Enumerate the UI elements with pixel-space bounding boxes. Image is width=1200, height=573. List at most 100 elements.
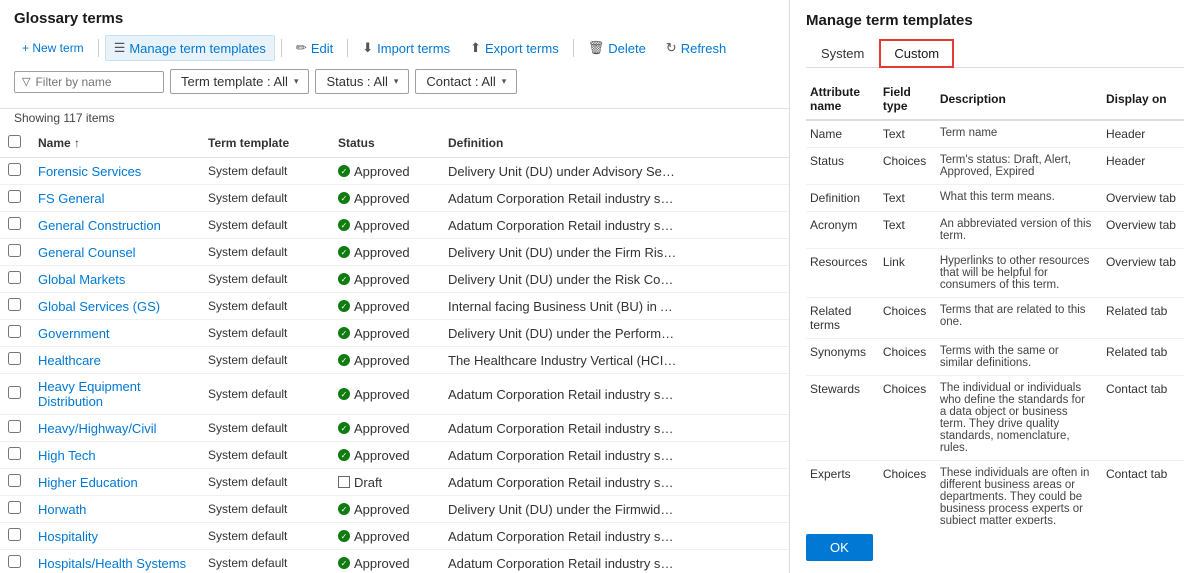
refresh-button[interactable]: ↻ Refresh [658, 36, 734, 60]
select-all-checkbox[interactable] [8, 135, 21, 148]
table-row: Global Services (GS) System default Appr… [0, 293, 789, 320]
row-checkbox[interactable] [8, 386, 21, 399]
approved-dot [338, 192, 350, 204]
description-cell: Term name [936, 120, 1102, 148]
row-checkbox-cell[interactable] [0, 496, 30, 523]
term-definition-cell: Adatum Corporation Retail industry sub s… [440, 374, 789, 415]
toolbar-separator-4 [573, 39, 574, 57]
row-checkbox[interactable] [8, 298, 21, 311]
col-header-status[interactable]: Status [330, 129, 440, 158]
ok-button[interactable]: OK [806, 534, 873, 561]
status-badge: Approved [338, 387, 432, 402]
row-checkbox[interactable] [8, 325, 21, 338]
term-template-cell: System default [200, 266, 330, 293]
term-link[interactable]: Heavy/Highway/Civil [38, 421, 156, 436]
row-checkbox-cell[interactable] [0, 158, 30, 185]
term-link[interactable]: Hospitality [38, 529, 98, 544]
row-checkbox-cell[interactable] [0, 212, 30, 239]
term-link[interactable]: Government [38, 326, 110, 341]
row-checkbox[interactable] [8, 555, 21, 568]
description-cell: An abbreviated version of this term. [936, 212, 1102, 249]
term-link[interactable]: High Tech [38, 448, 96, 463]
definition-text: Adatum Corporation Retail industry sub s… [448, 556, 678, 571]
row-checkbox[interactable] [8, 447, 21, 460]
attr-name-cell: Acronym [806, 212, 879, 249]
term-definition-cell: Adatum Corporation Retail industry sub s… [440, 212, 789, 239]
term-link[interactable]: General Construction [38, 218, 161, 233]
row-checkbox-cell[interactable] [0, 374, 30, 415]
row-checkbox[interactable] [8, 501, 21, 514]
row-checkbox-cell[interactable] [0, 185, 30, 212]
term-link[interactable]: FS General [38, 191, 104, 206]
row-checkbox-cell[interactable] [0, 523, 30, 550]
row-checkbox-cell[interactable] [0, 415, 30, 442]
term-link[interactable]: Forensic Services [38, 164, 141, 179]
status-badge: Approved [338, 299, 432, 314]
row-checkbox[interactable] [8, 190, 21, 203]
term-link[interactable]: Global Markets [38, 272, 125, 287]
row-checkbox-cell[interactable] [0, 266, 30, 293]
term-status-cell: Approved [330, 266, 440, 293]
table-header: Name ↑ Term template Status Definition [0, 129, 789, 158]
term-definition-cell: Adatum Corporation Retail industry sub s… [440, 442, 789, 469]
term-link[interactable]: Healthcare [38, 353, 101, 368]
term-link[interactable]: Global Services (GS) [38, 299, 160, 314]
row-checkbox[interactable] [8, 420, 21, 433]
term-link[interactable]: Hospitals/Health Systems [38, 556, 186, 571]
row-checkbox-cell[interactable] [0, 469, 30, 496]
field-type-cell: Choices [879, 148, 936, 185]
term-template-filter-button[interactable]: Term template : All ▾ [170, 69, 309, 94]
term-status-cell: Approved [330, 415, 440, 442]
col-header-template[interactable]: Term template [200, 129, 330, 158]
term-link[interactable]: Horwath [38, 502, 86, 517]
display-on-cell: Contact tab [1102, 461, 1184, 525]
filter-by-name-input-container[interactable]: ▽ [14, 71, 164, 93]
row-checkbox[interactable] [8, 474, 21, 487]
tab-custom[interactable]: Custom [879, 39, 954, 68]
term-link[interactable]: Higher Education [38, 475, 138, 490]
row-checkbox-cell[interactable] [0, 239, 30, 266]
description-cell: These individuals are often in different… [936, 461, 1102, 525]
toolbar-separator-3 [347, 39, 348, 57]
row-checkbox-cell[interactable] [0, 347, 30, 374]
row-checkbox[interactable] [8, 163, 21, 176]
row-checkbox-cell[interactable] [0, 293, 30, 320]
row-checkbox[interactable] [8, 244, 21, 257]
row-checkbox-cell[interactable] [0, 550, 30, 573]
status-badge: Draft [338, 475, 432, 490]
definition-text: Adatum Corporation Retail industry sub s… [448, 421, 678, 436]
term-definition-cell: Delivery Unit (DU) under the Firm Risk M… [440, 239, 789, 266]
export-terms-button[interactable]: ⬆ Export terms [462, 36, 567, 60]
delete-button[interactable]: 🗑 Delete [580, 36, 654, 60]
status-filter-button[interactable]: Status : All ▾ [315, 69, 409, 94]
row-checkbox-cell[interactable] [0, 320, 30, 347]
term-name-cell: Hospitality [30, 523, 200, 550]
col-header-name[interactable]: Name ↑ [30, 129, 200, 158]
row-checkbox[interactable] [8, 352, 21, 365]
row-checkbox[interactable] [8, 528, 21, 541]
term-link[interactable]: General Counsel [38, 245, 136, 260]
edit-button[interactable]: ✏ Edit [288, 36, 341, 60]
new-term-button[interactable]: + New term [14, 37, 92, 59]
term-template-cell: System default [200, 320, 330, 347]
row-checkbox[interactable] [8, 271, 21, 284]
term-template-cell: System default [200, 415, 330, 442]
row-checkbox-cell[interactable] [0, 442, 30, 469]
filter-by-name-input[interactable] [35, 75, 156, 89]
attr-name-cell: Related terms [806, 298, 879, 339]
status-badge: Approved [338, 245, 432, 260]
term-link[interactable]: Heavy Equipment Distribution [38, 379, 141, 409]
contact-filter-button[interactable]: Contact : All ▾ [415, 69, 517, 94]
edit-icon: ✏ [296, 40, 307, 56]
row-checkbox[interactable] [8, 217, 21, 230]
import-terms-button[interactable]: ⬇ Import terms [354, 36, 458, 60]
attr-name-cell: Definition [806, 185, 879, 212]
approved-dot [338, 219, 350, 231]
manage-term-templates-button[interactable]: ☰ Manage term templates [105, 35, 275, 61]
tab-system[interactable]: System [806, 39, 879, 68]
description-cell: Terms that are related to this one. [936, 298, 1102, 339]
term-definition-cell: Delivery Unit (DU) under the Risk Consul… [440, 266, 789, 293]
term-template-cell: System default [200, 442, 330, 469]
col-header-definition[interactable]: Definition [440, 129, 789, 158]
toolbar-separator [98, 39, 99, 57]
